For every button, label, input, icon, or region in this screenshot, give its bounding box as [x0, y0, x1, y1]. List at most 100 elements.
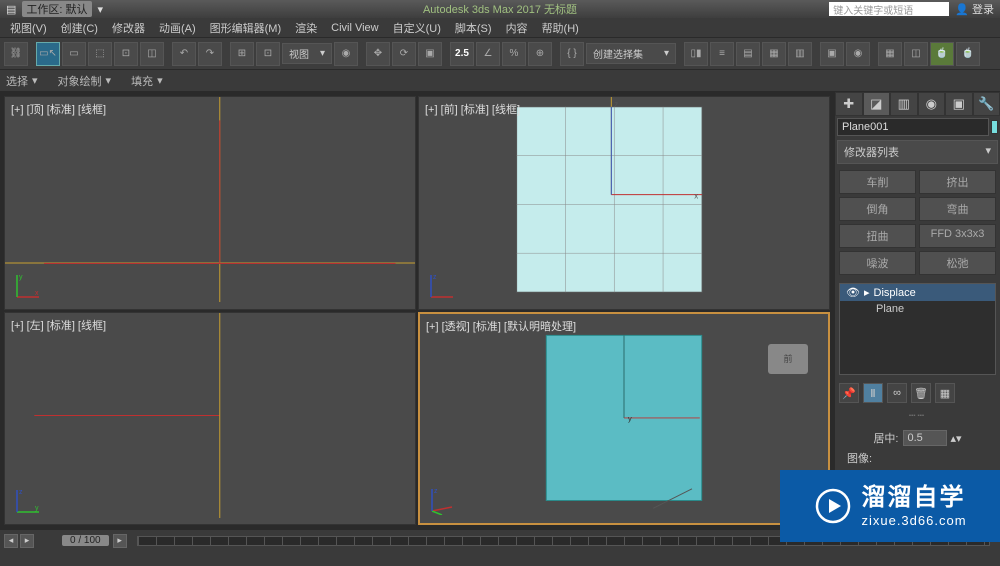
mirror-icon[interactable]: ▯▮: [684, 42, 708, 66]
search-input[interactable]: 键入关键字或短语: [829, 2, 949, 16]
coord-icon[interactable]: ◉: [334, 42, 358, 66]
app-title: Autodesk 3ds Max 2017 无标题: [423, 1, 577, 17]
mod-noise[interactable]: 噪波: [839, 251, 916, 275]
app-menu-icon[interactable]: ▤: [6, 3, 16, 16]
menu-content[interactable]: 内容: [506, 20, 528, 36]
select-icon[interactable]: ▭↖: [36, 42, 60, 66]
viewcube[interactable]: 前: [768, 344, 808, 374]
menu-help[interactable]: 帮助(H): [542, 20, 579, 36]
tab-create[interactable]: ✚: [835, 92, 863, 116]
rect-select-icon[interactable]: ⬚: [88, 42, 112, 66]
window-crossing-icon[interactable]: ⊡: [114, 42, 138, 66]
track-next-icon[interactable]: ▸: [20, 534, 34, 548]
viewport-top-label[interactable]: [+] [顶] [标准] [线框]: [11, 101, 106, 117]
pin-stack-icon[interactable]: 📌: [839, 383, 859, 403]
viewport-left[interactable]: [+] [左] [标准] [线框] y z: [4, 312, 416, 526]
tab-modify[interactable]: ◪: [863, 92, 891, 116]
make-unique-icon[interactable]: ∞: [887, 383, 907, 403]
render-icon[interactable]: 🍵: [930, 42, 954, 66]
mod-bend[interactable]: 弯曲: [919, 197, 996, 221]
stack-item-plane[interactable]: Plane: [840, 301, 995, 317]
scale-icon[interactable]: ▣: [418, 42, 442, 66]
svg-text:y: y: [628, 413, 632, 422]
menu-civil[interactable]: Civil View: [331, 22, 378, 34]
svg-text:z: z: [434, 488, 438, 495]
viewport-persp-label[interactable]: [+] [透视] [标准] [默认明暗处理]: [426, 318, 576, 334]
login-label[interactable]: 👤 登录: [955, 1, 994, 17]
menu-customize[interactable]: 自定义(U): [393, 20, 441, 36]
freeze-icon[interactable]: ⊞: [230, 42, 254, 66]
undo-icon[interactable]: ↶: [172, 42, 196, 66]
menu-animation[interactable]: 动画(A): [159, 20, 196, 36]
menu-modifier[interactable]: 修改器: [112, 20, 145, 36]
rollout-grip[interactable]: ┄┄: [835, 407, 1000, 424]
curve-icon[interactable]: ▥: [788, 42, 812, 66]
ribbon-fill[interactable]: 填充 ▾: [131, 73, 163, 89]
snap-s-icon[interactable]: 2.5: [450, 42, 474, 66]
named-sel-icon[interactable]: { }: [560, 42, 584, 66]
render-setup-icon[interactable]: ▦: [878, 42, 902, 66]
mod-ffd[interactable]: FFD 3x3x3: [919, 224, 996, 248]
snap-p-icon[interactable]: %: [502, 42, 526, 66]
viewport-front[interactable]: [+] [前] [标准] [线框] z x z: [418, 96, 830, 310]
render-frame-icon[interactable]: ◫: [904, 42, 928, 66]
mod-extrude[interactable]: 挤出: [919, 170, 996, 194]
menu-render[interactable]: 渲染: [295, 20, 317, 36]
object-color-swatch[interactable]: [991, 120, 998, 134]
snap-a-icon[interactable]: ∠: [476, 42, 500, 66]
show-end-result-icon[interactable]: Ⅱ: [863, 383, 883, 403]
play-logo-icon: [813, 486, 853, 526]
align-icon[interactable]: ≡: [710, 42, 734, 66]
stack-item-displace[interactable]: 👁 ▸ Displace: [840, 284, 995, 301]
modifier-stack[interactable]: 👁 ▸ Displace Plane: [839, 283, 996, 375]
main-toolbar: ⛓ ▭↖ ▭ ⬚ ⊡ ◫ ↶ ↷ ⊞ ⊡ 视图▾ ◉ ✥ ⟳ ▣ 2.5 ∠ %…: [0, 38, 1000, 70]
mod-relax[interactable]: 松弛: [919, 251, 996, 275]
remove-mod-icon[interactable]: 🗑: [911, 383, 931, 403]
move-icon[interactable]: ✥: [366, 42, 390, 66]
center-label: 居中:: [873, 430, 898, 446]
ribbon-bar: 选择 ▾ 对象绘制 ▾ 填充 ▾: [0, 70, 1000, 92]
object-name-input[interactable]: [837, 118, 989, 136]
mod-lathe[interactable]: 车削: [839, 170, 916, 194]
toggle-icon[interactable]: ▦: [762, 42, 786, 66]
freeze2-icon[interactable]: ⊡: [256, 42, 280, 66]
time-slider[interactable]: 0 / 100: [62, 535, 109, 546]
redo-icon[interactable]: ↷: [198, 42, 222, 66]
tab-utilities[interactable]: 🔧: [973, 92, 1000, 116]
viewport-left-label[interactable]: [+] [左] [标准] [线框]: [11, 317, 106, 333]
ribbon-objpaint[interactable]: 对象绘制 ▾: [58, 73, 112, 89]
render-prod-icon[interactable]: 🍵: [956, 42, 980, 66]
eye-icon[interactable]: 👁: [846, 286, 860, 299]
track-next2-icon[interactable]: ▸: [113, 534, 127, 548]
center-spinner[interactable]: 0.5: [903, 430, 947, 446]
tab-display[interactable]: ▣: [945, 92, 973, 116]
rotate-icon[interactable]: ⟳: [392, 42, 416, 66]
menu-script[interactable]: 脚本(S): [455, 20, 492, 36]
selection-set-dropdown[interactable]: 创建选择集▾: [586, 43, 676, 64]
menu-create[interactable]: 创建(C): [61, 20, 98, 36]
tab-motion[interactable]: ◉: [918, 92, 946, 116]
workspace-dropdown[interactable]: 工作区: 默认: [22, 1, 91, 17]
modifier-list-dropdown[interactable]: 修改器列表▾: [837, 140, 998, 164]
mod-twist[interactable]: 扭曲: [839, 224, 916, 248]
viewport-top[interactable]: [+] [顶] [标准] [线框] x y: [4, 96, 416, 310]
viewport-perspective[interactable]: [+] [透视] [标准] [默认明暗处理] y 前 z: [418, 312, 830, 526]
layers-icon[interactable]: ▤: [736, 42, 760, 66]
mod-chamfer[interactable]: 倒角: [839, 197, 916, 221]
spinner-arrows-icon[interactable]: ▴▾: [951, 432, 962, 445]
menu-view[interactable]: 视图(V): [10, 20, 47, 36]
tab-hierarchy[interactable]: ▥: [890, 92, 918, 116]
select-name-icon[interactable]: ▭: [62, 42, 86, 66]
link-icon[interactable]: ⛓: [4, 42, 28, 66]
configure-sets-icon[interactable]: ▦: [935, 383, 955, 403]
material-icon[interactable]: ◉: [846, 42, 870, 66]
menu-graph[interactable]: 图形编辑器(M): [210, 20, 282, 36]
schematic-icon[interactable]: ▣: [820, 42, 844, 66]
lasso-icon[interactable]: ◫: [140, 42, 164, 66]
track-prev-icon[interactable]: ◂: [4, 534, 18, 548]
ribbon-select[interactable]: 选择 ▾: [6, 73, 38, 89]
snap-e-icon[interactable]: ⊕: [528, 42, 552, 66]
menu-bar: 视图(V) 创建(C) 修改器 动画(A) 图形编辑器(M) 渲染 Civil …: [0, 18, 1000, 38]
view-type-dropdown[interactable]: 视图▾: [282, 43, 332, 64]
viewport-front-label[interactable]: [+] [前] [标准] [线框]: [425, 101, 520, 117]
